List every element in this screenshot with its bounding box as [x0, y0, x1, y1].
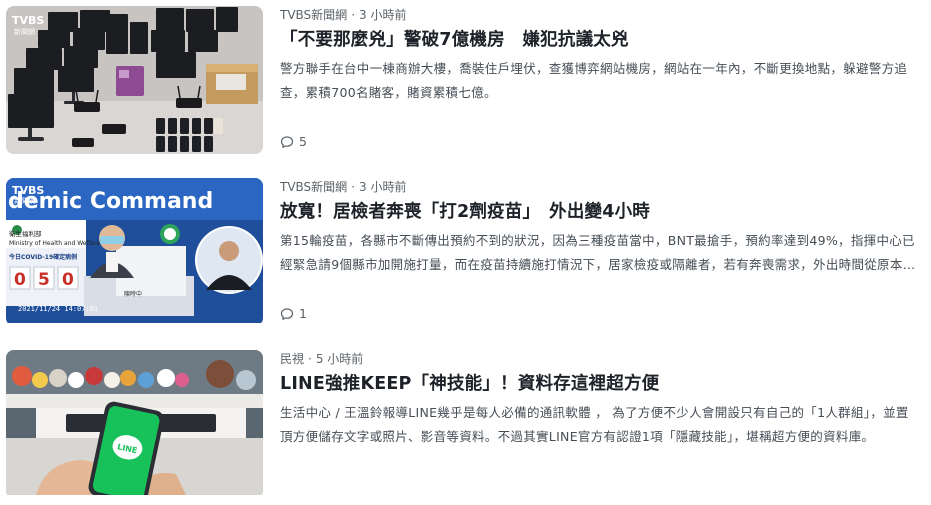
news-item[interactable]: TVBS 新聞網 TVBS新聞網 · 3 小時前 「不要那麼兇」警破7億機房 嫌犯抗… — [6, 6, 926, 154]
article-title[interactable]: 放寬！居檢者奔喪「打2劑疫苗」 外出變4小時 — [280, 200, 920, 224]
board-digit: 5 — [38, 270, 50, 290]
comment-icon — [280, 308, 294, 320]
article-body: 民視 · 5 小時前 LINE強推KEEP「神技能」！資料存這裡超方便 生活中心 /… — [280, 350, 920, 498]
comment-count-button[interactable]: 5 — [280, 134, 307, 150]
ministry-sign-text: 衛生福利部 — [9, 229, 42, 238]
article-summary: 生活中心 / 王溫鈴報導LINE幾乎是每人必備的通訊軟體 ， 為了方便不少人會開… — [280, 405, 909, 444]
meta-separator: · — [308, 352, 312, 366]
article-meta: TVBS新聞網 · 3 小時前 — [280, 179, 920, 195]
article-source[interactable]: TVBS新聞網 — [280, 8, 347, 22]
article-body: TVBS新聞網 · 3 小時前 放寬！居檢者奔喪「打2劑疫苗」 外出變4小時 第15… — [280, 178, 920, 326]
article-body: TVBS新聞網 · 3 小時前 「不要那麼兇」警破7億機房 嫌犯抗議太兇 警方聯手在… — [280, 6, 920, 154]
comment-count-button[interactable]: 1 — [280, 306, 307, 322]
article-title[interactable]: LINE強推KEEP「神技能」！資料存這裡超方便 — [280, 372, 920, 396]
article-source[interactable]: 民視 — [280, 352, 304, 366]
article-time: 3 小時前 — [359, 8, 407, 22]
article-title[interactable]: 「不要那麼兇」警破7億機房 嫌犯抗議太兇 — [280, 28, 920, 52]
board-digit: 0 — [14, 270, 26, 290]
article-thumbnail[interactable]: TVBS 新聞網 — [6, 6, 263, 154]
ministry-sign-en-text: Ministry of Health and Welfare — [9, 240, 100, 247]
article-thumbnail[interactable]: demic Command 衛生福利部 Ministry of Health a… — [6, 178, 263, 326]
meta-separator: · — [351, 180, 356, 194]
board-title-text: 今日COVID-19確定病例 — [8, 253, 77, 261]
comment-count: 1 — [299, 306, 307, 321]
article-summary: 警方聯手在台中一棟商辦大樓，喬裝住戶埋伏，查獲博弈網站機房，網站在一年內，不斷更… — [280, 61, 908, 100]
comment-count: 5 — [299, 134, 307, 149]
article-source[interactable]: TVBS新聞網 — [280, 180, 347, 194]
news-feed: TVBS 新聞網 TVBS新聞網 · 3 小時前 「不要那麼兇」警破7億機房 嫌犯抗… — [0, 0, 931, 505]
press-conference-image: demic Command 衛生福利部 Ministry of Health a… — [6, 178, 263, 323]
article-meta: TVBS新聞網 · 3 小時前 — [280, 7, 920, 23]
tvbs-watermark-text: TVBS — [12, 184, 44, 197]
article-summary: 第15輪疫苗，各縣市不斷傳出預約不到的狀況，因為三種疫苗當中，BNT最搶手，預約… — [280, 233, 915, 272]
meta-separator: · — [351, 8, 356, 22]
tvbs-watermark-text: TVBS — [12, 14, 44, 27]
comment-icon — [280, 136, 294, 148]
article-time: 5 小時前 — [315, 352, 364, 366]
seized-equipment-image: TVBS 新聞網 — [6, 6, 263, 154]
news-item[interactable]: demic Command 衛生福利部 Ministry of Health a… — [6, 178, 926, 326]
line-app-phone-image: LINE — [6, 350, 263, 495]
news-item[interactable]: LINE 民視 · 5 小時前 LINE強推KEEP「神技能」！資料存這裡超方便 生… — [6, 350, 926, 498]
svg-text:新聞網: 新聞網 — [14, 196, 35, 205]
article-time: 3 小時前 — [359, 180, 407, 194]
article-meta: 民視 · 5 小時前 — [280, 351, 920, 367]
nameplate-text: 陳時中 — [124, 290, 142, 298]
svg-text:新聞網: 新聞網 — [14, 27, 35, 36]
article-thumbnail[interactable]: LINE — [6, 350, 263, 498]
video-timestamp: 2021/11/24 14:07:01 — [18, 305, 98, 313]
board-digit: 0 — [62, 270, 74, 290]
